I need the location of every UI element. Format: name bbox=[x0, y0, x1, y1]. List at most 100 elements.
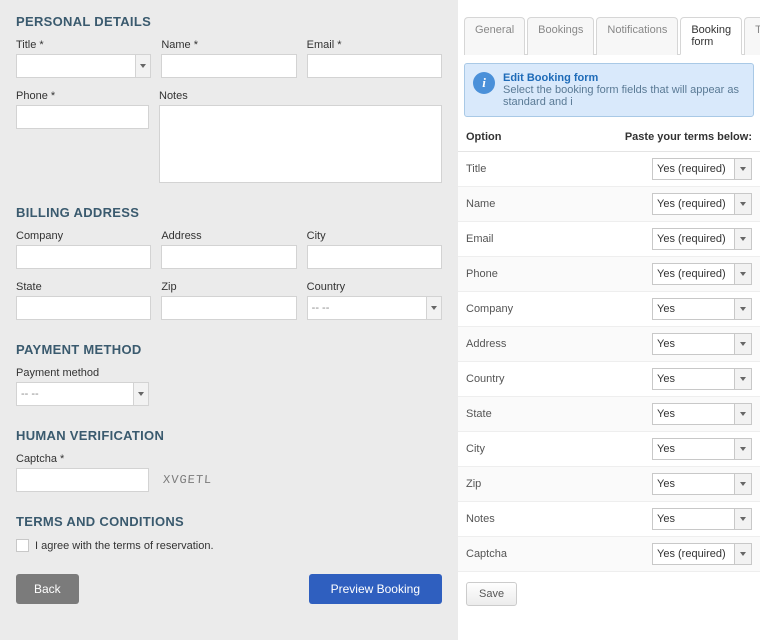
tab-terms[interactable]: Terms bbox=[744, 17, 760, 55]
option-dropdown-button[interactable] bbox=[734, 158, 752, 180]
zip-input[interactable] bbox=[161, 296, 296, 320]
option-row: CountryYes bbox=[458, 362, 760, 397]
info-banner: i Edit Booking form Select the booking f… bbox=[464, 63, 754, 117]
option-select[interactable]: Yes bbox=[652, 438, 734, 460]
tab-notifications[interactable]: Notifications bbox=[596, 17, 678, 55]
country-select[interactable]: -- -- bbox=[307, 296, 426, 320]
billing-address-section: BILLING ADDRESS Company Address City Sta… bbox=[16, 205, 442, 320]
option-select[interactable]: Yes bbox=[652, 298, 734, 320]
checkout-form-panel: PERSONAL DETAILS Title * Name * Email * bbox=[0, 0, 458, 640]
option-select[interactable]: Yes (required) bbox=[652, 193, 734, 215]
preview-booking-button[interactable]: Preview Booking bbox=[309, 574, 442, 604]
payment-method-dropdown-button[interactable] bbox=[133, 382, 149, 406]
name-label: Name * bbox=[161, 39, 296, 51]
option-row: NameYes (required) bbox=[458, 187, 760, 222]
option-label: Country bbox=[466, 373, 652, 385]
option-select[interactable]: Yes bbox=[652, 368, 734, 390]
phone-label: Phone * bbox=[16, 90, 149, 102]
option-dropdown-button[interactable] bbox=[734, 333, 752, 355]
payment-method-title: PAYMENT METHOD bbox=[16, 342, 442, 357]
info-icon: i bbox=[473, 72, 495, 94]
terms-checkbox[interactable] bbox=[16, 539, 29, 552]
name-input[interactable] bbox=[161, 54, 296, 78]
billing-address-title: BILLING ADDRESS bbox=[16, 205, 442, 220]
state-label: State bbox=[16, 281, 151, 293]
city-input[interactable] bbox=[307, 245, 442, 269]
option-label: Notes bbox=[466, 513, 652, 525]
option-label: Email bbox=[466, 233, 652, 245]
human-verification-title: HUMAN VERIFICATION bbox=[16, 428, 442, 443]
option-dropdown-button[interactable] bbox=[734, 403, 752, 425]
payment-method-section: PAYMENT METHOD Payment method -- -- bbox=[16, 342, 442, 406]
option-dropdown-button[interactable] bbox=[734, 543, 752, 565]
option-row: PhoneYes (required) bbox=[458, 257, 760, 292]
option-dropdown-button[interactable] bbox=[734, 473, 752, 495]
option-row: StateYes bbox=[458, 397, 760, 432]
company-label: Company bbox=[16, 230, 151, 242]
save-button[interactable]: Save bbox=[466, 582, 517, 606]
email-input[interactable] bbox=[307, 54, 442, 78]
payment-method-select[interactable]: -- -- bbox=[16, 382, 133, 406]
option-label: Address bbox=[466, 338, 652, 350]
option-select[interactable]: Yes (required) bbox=[652, 543, 734, 565]
chevron-down-icon bbox=[740, 307, 746, 311]
notes-label: Notes bbox=[159, 90, 442, 102]
chevron-down-icon bbox=[740, 272, 746, 276]
option-select[interactable]: Yes bbox=[652, 473, 734, 495]
option-dropdown-button[interactable] bbox=[734, 368, 752, 390]
option-dropdown-button[interactable] bbox=[734, 228, 752, 250]
chevron-down-icon bbox=[138, 392, 144, 396]
option-dropdown-button[interactable] bbox=[734, 438, 752, 460]
option-select[interactable]: Yes bbox=[652, 508, 734, 530]
option-row: EmailYes (required) bbox=[458, 222, 760, 257]
option-label: Zip bbox=[466, 478, 652, 490]
option-select[interactable]: Yes bbox=[652, 333, 734, 355]
notes-textarea[interactable] bbox=[159, 105, 442, 183]
option-label: City bbox=[466, 443, 652, 455]
country-dropdown-button[interactable] bbox=[426, 296, 442, 320]
info-banner-title: Edit Booking form bbox=[503, 72, 745, 84]
chevron-down-icon bbox=[740, 167, 746, 171]
chevron-down-icon bbox=[740, 342, 746, 346]
option-row: CompanyYes bbox=[458, 292, 760, 327]
tabs: General Bookings Notifications Booking f… bbox=[464, 0, 760, 55]
title-input[interactable] bbox=[16, 54, 135, 78]
city-label: City bbox=[307, 230, 442, 242]
tab-booking-form[interactable]: Booking form bbox=[680, 17, 742, 55]
tab-general[interactable]: General bbox=[464, 17, 525, 55]
chevron-down-icon bbox=[740, 377, 746, 381]
terms-checkbox-label: I agree with the terms of reservation. bbox=[35, 540, 214, 552]
option-dropdown-button[interactable] bbox=[734, 263, 752, 285]
option-dropdown-button[interactable] bbox=[734, 298, 752, 320]
option-row: CaptchaYes (required) bbox=[458, 537, 760, 572]
tab-bookings[interactable]: Bookings bbox=[527, 17, 594, 55]
option-select[interactable]: Yes bbox=[652, 403, 734, 425]
title-label: Title * bbox=[16, 39, 151, 51]
back-button[interactable]: Back bbox=[16, 574, 79, 604]
option-row: TitleYes (required) bbox=[458, 152, 760, 187]
chevron-down-icon bbox=[740, 552, 746, 556]
chevron-down-icon bbox=[431, 306, 437, 310]
chevron-down-icon bbox=[740, 482, 746, 486]
zip-label: Zip bbox=[161, 281, 296, 293]
options-table: TitleYes (required)NameYes (required)Ema… bbox=[458, 152, 760, 572]
human-verification-section: HUMAN VERIFICATION Captcha * XVGETL bbox=[16, 428, 442, 492]
company-input[interactable] bbox=[16, 245, 151, 269]
chevron-down-icon bbox=[740, 447, 746, 451]
country-label: Country bbox=[307, 281, 442, 293]
captcha-input[interactable] bbox=[16, 468, 149, 492]
option-dropdown-button[interactable] bbox=[734, 508, 752, 530]
terms-section: TERMS AND CONDITIONS I agree with the te… bbox=[16, 514, 442, 552]
option-select[interactable]: Yes (required) bbox=[652, 263, 734, 285]
chevron-down-icon bbox=[740, 237, 746, 241]
title-dropdown-button[interactable] bbox=[135, 54, 151, 78]
phone-input[interactable] bbox=[16, 105, 149, 129]
option-select[interactable]: Yes (required) bbox=[652, 158, 734, 180]
info-banner-subtitle: Select the booking form fields that will… bbox=[503, 84, 745, 108]
option-label: Name bbox=[466, 198, 652, 210]
payment-method-label: Payment method bbox=[16, 367, 149, 379]
state-input[interactable] bbox=[16, 296, 151, 320]
option-select[interactable]: Yes (required) bbox=[652, 228, 734, 250]
option-dropdown-button[interactable] bbox=[734, 193, 752, 215]
address-input[interactable] bbox=[161, 245, 296, 269]
